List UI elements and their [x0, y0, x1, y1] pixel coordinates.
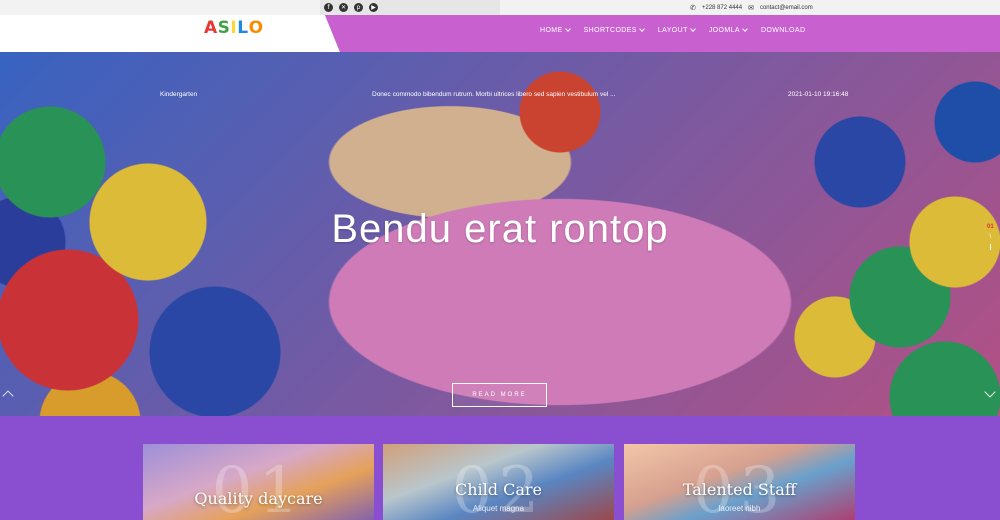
- youtube-icon[interactable]: ▶: [369, 3, 378, 12]
- nav-label: JOOMLA: [708, 27, 740, 34]
- phone-icon: ✆: [690, 4, 696, 12]
- pager-separator: \: [989, 234, 992, 240]
- email-link[interactable]: contact@email.com: [760, 5, 813, 11]
- nav-home[interactable]: HOME: [540, 26, 571, 34]
- feature-card[interactable]: 02 Child Care Aliquet magna: [383, 444, 614, 520]
- card-subtitle: Aliquet magna: [472, 504, 525, 513]
- feature-card[interactable]: 01 Quality daycare: [143, 444, 374, 520]
- card-number: 01: [211, 454, 306, 520]
- card-title: Talented Staff: [682, 480, 797, 499]
- main-nav: HOME SHORTCODES LAYOUT JOOMLA DOWNLOAD: [540, 26, 805, 34]
- logo-letter: S: [217, 18, 231, 38]
- nav-shortcodes[interactable]: SHORTCODES: [583, 26, 645, 34]
- card-title: Child Care: [454, 480, 542, 499]
- feature-cards: 01 Quality daycare 02 Child Care Aliquet…: [0, 416, 1000, 520]
- slide-excerpt: Donec commodo bibendum rutrum. Morbi ult…: [372, 91, 616, 98]
- card-subtitle: laoreet nibh: [718, 504, 761, 513]
- slide-pager[interactable]: 01 \: [987, 224, 994, 250]
- logo-area: ASILO: [0, 15, 340, 52]
- chevron-down-icon: [689, 26, 696, 32]
- x-icon[interactable]: ✕: [339, 3, 348, 12]
- nav-download[interactable]: DOWNLOAD: [761, 27, 805, 34]
- logo-letter: O: [248, 18, 264, 38]
- logo-letter: L: [237, 18, 249, 38]
- chevron-down-icon: [564, 26, 571, 32]
- nav-label: SHORTCODES: [583, 27, 637, 34]
- site-logo[interactable]: ASILO: [204, 18, 264, 38]
- hero-slider: Kindergarten Donec commodo bibendum rutr…: [0, 52, 1000, 416]
- top-bar: f ✕ p ▶ ✆ +228 872 4444 ✉ contact@email.…: [0, 0, 1000, 15]
- logo-letter: A: [204, 18, 218, 38]
- pinterest-icon[interactable]: p: [354, 3, 363, 12]
- nav-label: HOME: [540, 27, 563, 34]
- nav-joomla[interactable]: JOOMLA: [708, 26, 748, 34]
- nav-layout[interactable]: LAYOUT: [657, 26, 696, 34]
- phone-number[interactable]: +228 872 4444: [702, 5, 742, 11]
- slide-title: Bendu erat rontop: [331, 207, 669, 251]
- card-title: Quality daycare: [194, 489, 323, 508]
- chevron-down-icon: [742, 26, 748, 32]
- slide-datetime: 2021-01-10 19:16:48: [788, 91, 849, 98]
- social-links: f ✕ p ▶: [320, 0, 500, 15]
- read-more-button[interactable]: READ MORE: [452, 383, 547, 407]
- nav-label: DOWNLOAD: [760, 27, 806, 34]
- chevron-down-icon: [639, 26, 645, 32]
- pager-dash: [989, 244, 991, 250]
- slide-category[interactable]: Kindergarten: [160, 91, 197, 98]
- nav-label: LAYOUT: [657, 27, 688, 34]
- site-header: ASILO HOME SHORTCODES LAYOUT JOOMLA DOWN…: [0, 15, 1000, 52]
- pager-current: 01: [987, 224, 994, 230]
- contact-info: ✆ +228 872 4444 ✉ contact@email.com: [690, 0, 813, 15]
- feature-card[interactable]: 03 Talented Staff laoreet nibh: [624, 444, 855, 520]
- nav-bar: HOME SHORTCODES LAYOUT JOOMLA DOWNLOAD: [325, 15, 1000, 52]
- facebook-icon[interactable]: f: [324, 3, 333, 12]
- mail-icon: ✉: [748, 4, 754, 12]
- logo-letter: I: [230, 18, 238, 38]
